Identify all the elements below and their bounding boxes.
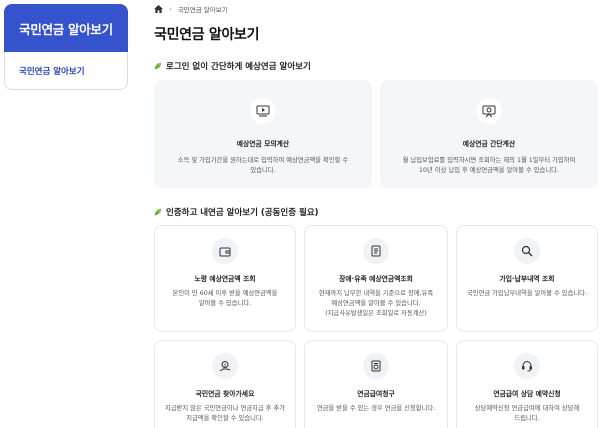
- card-disability-survivor-pension[interactable]: 장애·유족 예상연금액조회 현재까지 납부한 내역을 기준으로 장애,유족 예상…: [304, 225, 448, 332]
- card-consultation-booking[interactable]: 연금급여 상담 예약신청 상담예약신청 연금급여에 대하여 상담해 드립니다.: [456, 340, 598, 428]
- card-title: 연금급여 상담 예약신청: [493, 390, 561, 398]
- presentation-icon: [476, 98, 502, 124]
- card-desc: 연금을 받을 수 있는 경우 연금을 신청합니다.: [316, 405, 436, 412]
- page-title: 국민연금 알아보기: [154, 27, 260, 43]
- leaf-icon: [154, 62, 162, 70]
- breadcrumb: › 국민연금 알아보기: [154, 4, 228, 14]
- card-desc: 지급받지 않은 국민연금이나 연금지급 후 추가 지급액을 확인할 수 있습니다…: [164, 405, 286, 422]
- search-doc-icon: [514, 238, 540, 264]
- card-title: 노령 예상연금액 조회: [194, 275, 256, 283]
- card-subscription-history[interactable]: 가입·납부내역 조회 국민연금 가입납부내역을 알아볼 수 있습니다.: [456, 225, 598, 332]
- chevron-right-icon: ›: [169, 5, 172, 13]
- card-simple-calculation[interactable]: 예상연금 간단계산 월 납입보험료를 입력하시면 조회하는 해의 1월 1일부터…: [380, 80, 598, 188]
- monitor-play-icon: [250, 98, 276, 124]
- card-simulated-calculation[interactable]: 예상연금 모의계산 소득 및 가입기간을 원하는대로 입력하여 예상연금액을 확…: [154, 80, 372, 188]
- card-title: 예상연금 간단계산: [462, 140, 516, 148]
- card-title: 장애·유족 예상연금액조회: [339, 275, 413, 283]
- svg-text:$: $: [224, 362, 227, 367]
- card-desc: 월 납입보험료를 입력하시면 조회하는 해의 1월 1일부터 가입하여 10년 …: [402, 157, 576, 174]
- document-icon: [363, 238, 389, 264]
- card-old-age-pension[interactable]: 노령 예상연금액 조회 본인이 만 60세 이후 받을 예상연금액을 알아볼 수…: [154, 225, 296, 332]
- card-desc: 본인이 만 60세 이후 받을 예상연금액을 알아볼 수 있습니다.: [172, 290, 278, 307]
- card-desc: 상담예약신청 연금급여에 대하여 상담해 드립니다.: [474, 405, 580, 422]
- breadcrumb-current[interactable]: 국민연금 알아보기: [178, 4, 228, 14]
- section-title-guest: 로그인 없이 간단하게 예상연금 알아보기: [154, 60, 311, 72]
- sidebar-header: 국민연금 알아보기: [4, 4, 128, 52]
- coin-doc-icon: [363, 353, 389, 379]
- card-unclaimed-pension[interactable]: $ 국민연금 찾아가세요 지급받지 않은 국민연금이나 연금지급 후 추가 지급…: [154, 340, 296, 428]
- card-title: 예상연금 모의계산: [236, 140, 290, 148]
- section-title-certified: 인증하고 내연금 알아보기 (공동인증 필요): [154, 206, 319, 218]
- sidebar-menu: 국민연금 알아보기: [4, 52, 128, 90]
- card-title: 국민연금 찾아가세요: [195, 390, 255, 398]
- card-desc: 현재까지 납부한 내역을 기준으로 장애,유족 예상연금액을 알아볼 수 있습니…: [318, 290, 434, 317]
- card-desc: 국민연금 가입납부내역을 알아볼 수 있습니다.: [466, 290, 588, 297]
- card-desc: 소득 및 가입기간을 원하는대로 입력하여 예상연금액을 확인할 수 있습니다.: [177, 157, 349, 174]
- card-title: 연금급여청구: [357, 390, 395, 398]
- sidebar: 국민연금 알아보기 국민연금 알아보기: [4, 4, 128, 90]
- sidebar-item-pension-overview[interactable]: 국민연금 알아보기: [19, 65, 85, 77]
- card-pension-claim[interactable]: 연금급여청구 연금을 받을 수 있는 경우 연금을 신청합니다.: [304, 340, 448, 428]
- card-title: 가입·납부내역 조회: [499, 275, 555, 283]
- money-hand-icon: $: [212, 353, 238, 379]
- leaf-icon: [154, 208, 162, 216]
- home-icon[interactable]: [154, 5, 163, 13]
- wallet-icon: [212, 238, 238, 264]
- headset-icon: [514, 353, 540, 379]
